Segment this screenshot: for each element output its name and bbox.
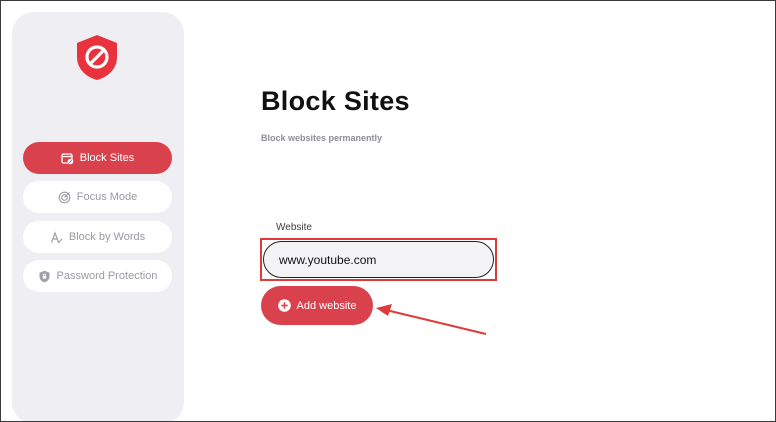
annotation-arrow-icon: [376, 304, 487, 335]
add-website-label: Add website: [296, 299, 357, 312]
sidebar-item-password-protection[interactable]: Password Protection: [23, 260, 172, 292]
target-icon: [58, 191, 71, 204]
shield-lock-icon: [38, 270, 51, 283]
website-field-label: Website: [276, 222, 312, 233]
page-subtitle: Block websites permanently: [261, 133, 383, 143]
sidebar-item-label: Focus Mode: [76, 191, 138, 203]
sidebar-item-label: Block Sites: [79, 152, 135, 164]
shield-block-icon: [74, 33, 120, 81]
sidebar-item-block-sites[interactable]: Block Sites: [23, 142, 172, 174]
sidebar-item-block-by-words[interactable]: Block by Words: [23, 221, 172, 253]
website-input[interactable]: [263, 241, 494, 278]
font-pen-icon: [50, 230, 63, 244]
sidebar-item-label: Block by Words: [68, 231, 146, 243]
plus-circle-icon: [277, 299, 291, 312]
highlight-box: [260, 238, 497, 281]
page-title: Block Sites: [261, 86, 410, 116]
calendar-block-icon: [61, 152, 74, 165]
sidebar-item-focus-mode[interactable]: Focus Mode: [23, 181, 172, 213]
add-website-button[interactable]: Add website: [261, 286, 373, 325]
sidebar: Block Sites Focus Mode Block by Words Pa…: [12, 12, 184, 422]
sidebar-item-label: Password Protection: [56, 270, 158, 282]
